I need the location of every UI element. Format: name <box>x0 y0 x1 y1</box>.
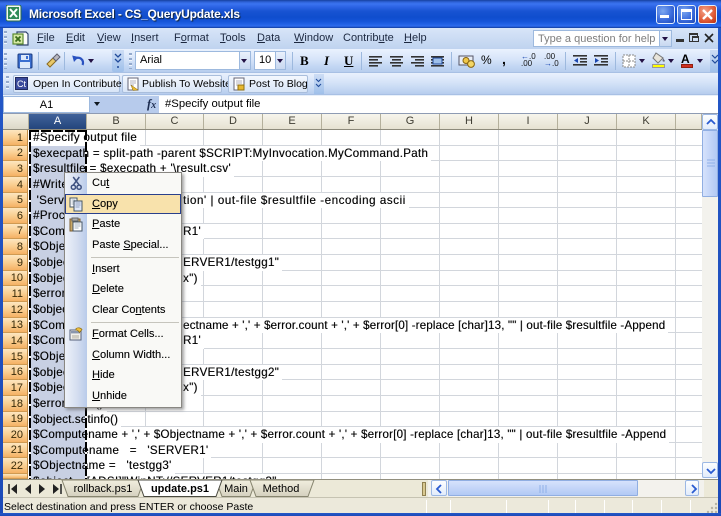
svg-text:update.ps1: update.ps1 <box>151 483 209 495</box>
svg-text:rollback.ps1: rollback.ps1 <box>74 483 133 495</box>
svg-text:Method: Method <box>263 483 300 495</box>
svg-text:Main: Main <box>224 483 248 495</box>
